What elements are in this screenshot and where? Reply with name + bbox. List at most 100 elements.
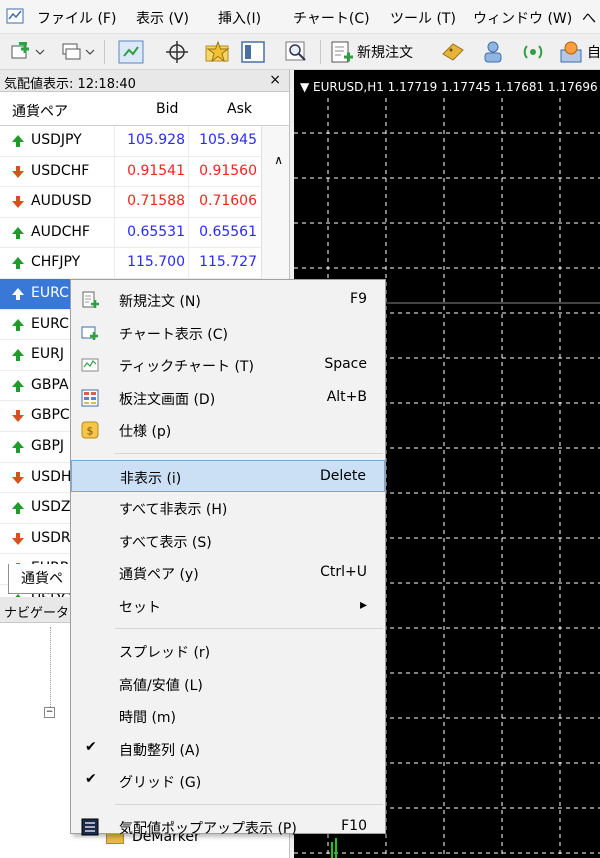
crosshair-button[interactable] (165, 39, 189, 65)
column-header-bid[interactable]: Bid (156, 101, 178, 117)
ask-cell: 0.65561 (199, 223, 257, 240)
bid-cell: 115.700 (127, 254, 185, 271)
signal-icon (523, 45, 543, 59)
menu-item-tick-chart[interactable]: ティックチャート (T) Space (71, 349, 385, 381)
menu-file[interactable]: ファイル (F) (37, 8, 116, 28)
menu-item-show-all[interactable]: すべて表示 (S) (71, 525, 385, 557)
tree-collapse-icon[interactable]: − (44, 707, 55, 718)
menu-item-label: 非表示 (i) (120, 470, 182, 487)
new-order-button[interactable]: 新規注文 (330, 39, 413, 65)
bid-cell: 0.65531 (127, 223, 185, 240)
chart-title: ▼ EURUSD,H1 1.17719 1.17745 1.17681 1.17… (300, 80, 598, 94)
arrow-down-icon (12, 471, 24, 484)
close-icon[interactable]: × (269, 72, 281, 88)
menu-item-auto-arrange[interactable]: ✔ 自動整列 (A) (71, 733, 385, 765)
app-icon (6, 8, 24, 24)
menu-separator (115, 803, 383, 805)
menu-item-label: 仕様 (p) (119, 424, 172, 440)
arrow-down-icon (12, 532, 24, 545)
crosshair-icon (166, 41, 188, 63)
market-watch-button[interactable] (118, 39, 144, 65)
menu-item-label: すべて表示 (S) (119, 534, 212, 551)
menu-item-show-chart[interactable]: チャート表示 (C) (71, 317, 385, 349)
menu-item-label: スプレッド (r) (119, 645, 211, 661)
table-row[interactable]: USDJPY 105.928 105.945 (0, 126, 262, 157)
arrow-down-icon (12, 196, 24, 209)
arrow-up-icon (12, 287, 24, 300)
column-header-ask[interactable]: Ask (227, 101, 252, 117)
new-order-icon (82, 291, 99, 308)
menu-item-label: 板注文画面 (D) (119, 391, 216, 408)
menu-item-new-order[interactable]: 新規注文 (N) F9 (71, 284, 385, 316)
favorites-button[interactable] (204, 39, 232, 65)
menu-item-hide-all[interactable]: すべて非表示 (H) (71, 492, 385, 524)
menu-item-symbols[interactable]: 通貨ペア (y) Ctrl+U (71, 557, 385, 589)
arrow-down-icon (12, 410, 24, 423)
navigator-icon (241, 41, 265, 63)
menu-chart[interactable]: チャート(C) (293, 8, 370, 28)
menu-insert[interactable]: 挿入(I) (218, 8, 261, 28)
context-menu: 新規注文 (N) F9 チャート表示 (C) ティックチャート (T) Space 板注文… (70, 279, 386, 837)
arrow-up-icon (12, 379, 24, 392)
signals-button[interactable] (480, 39, 506, 65)
expert-advisors-button[interactable] (440, 39, 466, 65)
navigator-button[interactable] (240, 39, 266, 65)
menu-help[interactable]: へ (582, 8, 596, 28)
person-icon (484, 41, 502, 63)
symbol-cell: CHFJPY (31, 254, 81, 271)
symbol-cell: AUDCHF (31, 223, 90, 240)
menu-item-high-low[interactable]: 高値/安値 (L) (71, 668, 385, 700)
menu-item-depth-of-market[interactable]: 板注文画面 (D) Alt+B (71, 382, 385, 414)
menu-item-shortcut: Alt+B (326, 388, 367, 405)
menu-item-label: すべて非表示 (H) (119, 502, 228, 518)
magnifier-icon (285, 41, 306, 61)
radio-button[interactable] (520, 39, 546, 65)
menu-item-spread[interactable]: スプレッド (r) (71, 635, 385, 667)
table-row[interactable]: USDCHF 0.91541 0.91560 (0, 156, 262, 188)
table-row[interactable]: CHFJPY 115.700 115.727 (0, 248, 262, 279)
menu-item-grid[interactable]: ✔ グリッド (G) (71, 765, 385, 797)
menu-item-shortcut: Space (324, 356, 367, 372)
new-order-label: 新規注文 (357, 45, 413, 61)
profiles-button[interactable] (60, 39, 96, 65)
submenu-arrow-icon: ▸ (359, 596, 367, 613)
menu-item-label: 通貨ペア (y) (119, 567, 199, 583)
menu-item-shortcut: Ctrl+U (320, 564, 367, 580)
bid-cell: 105.928 (127, 132, 185, 148)
new-chart-button[interactable] (10, 39, 46, 65)
bid-cell: 0.91541 (127, 162, 185, 179)
market-watch-title: 気配値表示: 12:18:40 (4, 77, 136, 92)
column-header-symbol[interactable]: 通貨ペア (12, 101, 68, 121)
vps-button[interactable]: 自 (558, 39, 600, 65)
specification-icon: $ (81, 421, 99, 439)
menu-tools[interactable]: ツール (T) (390, 8, 456, 28)
menu-item-popup-prices[interactable]: 気配値ポップアップ表示 (P) F10 (71, 811, 385, 843)
menu-window[interactable]: ウィンドウ (W) (473, 8, 572, 28)
symbol-cell: GBPJ (31, 437, 65, 454)
menu-item-shortcut: Delete (320, 467, 366, 484)
menu-item-label: グリッド (G) (119, 775, 202, 791)
menu-item-label: 時間 (m) (119, 710, 177, 726)
menu-item-hide[interactable]: 非表示 (i) Delete (71, 459, 385, 492)
vps-label: 自 (587, 45, 600, 61)
table-row[interactable]: AUDCHF 0.65531 0.65561 (0, 217, 262, 249)
scroll-up-icon[interactable]: ∧ (274, 153, 283, 167)
market-watch-header: 気配値表示: 12:18:40 × (0, 70, 289, 92)
popup-prices-icon (81, 818, 99, 835)
menu-bar: ファイル (F) 表示 (V) 挿入(I) チャート(C) ツール (T) ウィ… (0, 0, 600, 34)
menu-item-label: 気配値ポップアップ表示 (P) (119, 820, 297, 837)
table-row[interactable]: AUDUSD 0.71588 0.71606 (0, 187, 262, 218)
arrow-up-icon (12, 226, 24, 239)
ask-cell: 115.727 (199, 254, 257, 271)
menu-item-time[interactable]: 時間 (m) (71, 700, 385, 732)
check-icon: ✔ (85, 771, 97, 787)
menu-view[interactable]: 表示 (V) (136, 8, 189, 28)
symbol-cell: EURC (31, 315, 69, 332)
menu-item-label: 自動整列 (A) (119, 742, 200, 759)
tester-button[interactable] (284, 39, 310, 65)
new-chart-icon (11, 42, 45, 59)
menu-item-sets[interactable]: セット ▸ (71, 590, 385, 622)
tree-line (50, 627, 51, 707)
menu-item-specification[interactable]: $ 仕様 (p) (71, 414, 385, 446)
ask-cell: 0.71606 (199, 193, 257, 210)
